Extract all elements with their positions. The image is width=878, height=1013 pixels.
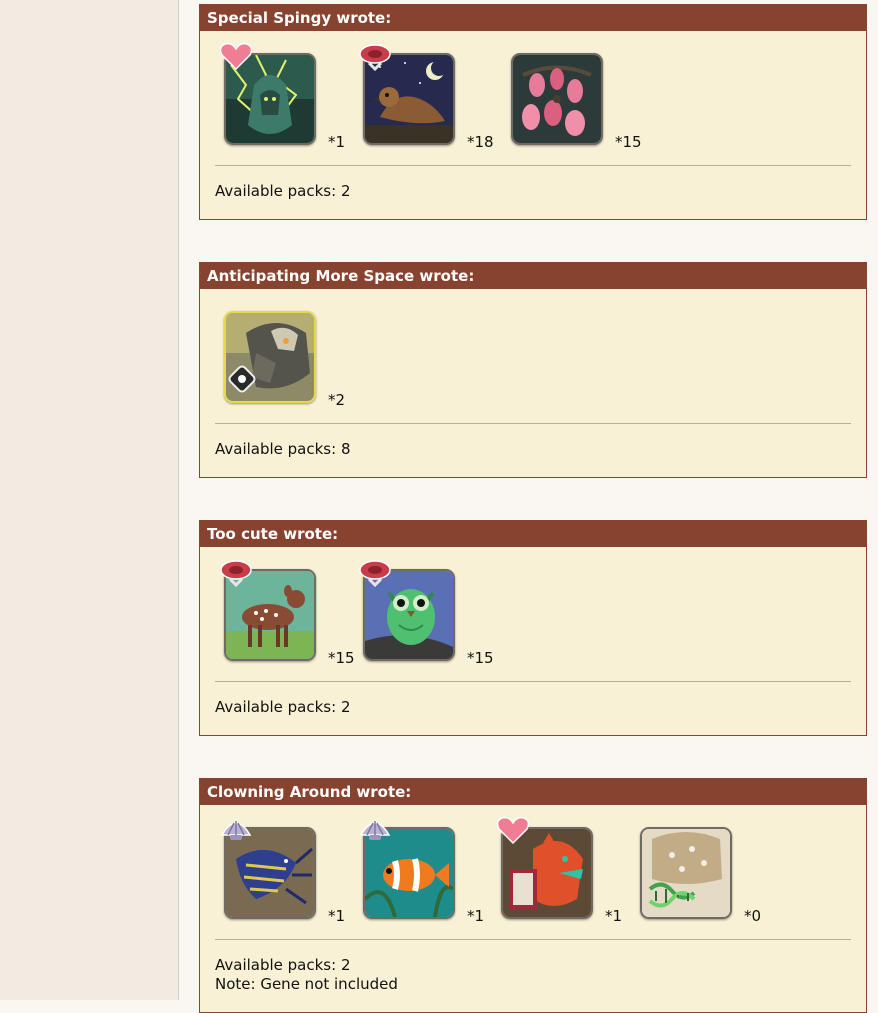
post-author-header: Anticipating More Space wrote: bbox=[200, 263, 866, 289]
item-entry[interactable]: *1 bbox=[220, 815, 374, 935]
forum-post: Clowning Around wrote: *1 *1 *1 *0 Avail… bbox=[199, 778, 867, 1013]
item-entry[interactable]: *18 bbox=[359, 41, 513, 161]
forum-post: Anticipating More Space wrote: *2 Availa… bbox=[199, 262, 867, 478]
packs-text: Available packs: 8 bbox=[215, 440, 351, 458]
heart-icon bbox=[218, 41, 254, 71]
item-entry[interactable]: *15 bbox=[511, 41, 661, 161]
meat-icon bbox=[218, 557, 254, 587]
item-count: *15 bbox=[467, 649, 494, 667]
item-count: *1 bbox=[467, 907, 485, 925]
item-count: *1 bbox=[605, 907, 623, 925]
heart-icon bbox=[495, 815, 531, 845]
item-count: *15 bbox=[328, 649, 355, 667]
item-count: *18 bbox=[467, 133, 494, 151]
post-footer: Available packs: 8 bbox=[200, 424, 866, 477]
item-list: *2 bbox=[200, 289, 866, 423]
item-count: *15 bbox=[615, 133, 642, 151]
item-entry[interactable]: *15 bbox=[220, 557, 374, 677]
item-thumbnail[interactable] bbox=[640, 827, 732, 919]
item-thumbnail[interactable] bbox=[511, 53, 603, 145]
item-entry[interactable]: *1 bbox=[496, 815, 651, 935]
item-list: *1 *1 *1 *0 bbox=[200, 805, 866, 939]
item-entry[interactable]: *1 bbox=[219, 41, 374, 161]
meat-icon bbox=[357, 41, 393, 71]
left-sidebar bbox=[0, 0, 179, 1000]
post-author-header: Special Spingy wrote: bbox=[200, 5, 866, 31]
post-author-header: Clowning Around wrote: bbox=[200, 779, 866, 805]
packs-text: Available packs: 2 bbox=[215, 182, 351, 200]
note-text: Note: Gene not included bbox=[215, 975, 398, 993]
post-footer: Available packs: 2 bbox=[200, 166, 866, 219]
item-count: *2 bbox=[328, 391, 346, 409]
meat-icon bbox=[357, 557, 393, 587]
item-entry[interactable]: *1 bbox=[359, 815, 513, 935]
item-count: *1 bbox=[328, 133, 346, 151]
forum-post: Special Spingy wrote: *1 *18 *15 Availab… bbox=[199, 4, 867, 220]
post-footer: Available packs: 2 Note: Gene not includ… bbox=[200, 940, 866, 1012]
item-entry[interactable]: *2 bbox=[224, 299, 374, 419]
packs-text: Available packs: 2 bbox=[215, 956, 351, 974]
forum-post: Too cute wrote: *15 *15 Available packs:… bbox=[199, 520, 867, 736]
item-thumbnail[interactable] bbox=[224, 311, 316, 403]
shell-icon bbox=[357, 815, 393, 845]
post-footer: Available packs: 2 bbox=[200, 682, 866, 735]
packs-text: Available packs: 2 bbox=[215, 698, 351, 716]
item-entry[interactable]: *15 bbox=[359, 557, 513, 677]
post-author-header: Too cute wrote: bbox=[200, 521, 866, 547]
item-count: *1 bbox=[328, 907, 346, 925]
item-entry[interactable]: *0 bbox=[640, 815, 790, 935]
shell-icon bbox=[218, 815, 254, 845]
item-count: *0 bbox=[744, 907, 762, 925]
item-list: *15 *15 bbox=[200, 547, 866, 681]
item-list: *1 *18 *15 bbox=[200, 31, 866, 165]
